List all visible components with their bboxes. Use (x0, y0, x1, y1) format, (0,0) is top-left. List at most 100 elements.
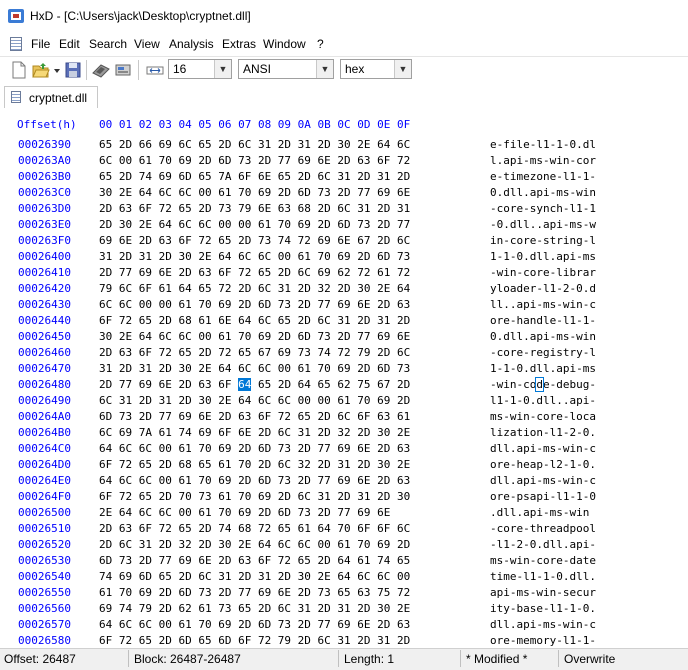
disk-drive-icon[interactable] (114, 61, 132, 79)
row-hex-bytes[interactable]: 79 6C 6F 61 64 65 72 2D 6C 31 2D 32 2D 3… (99, 282, 410, 295)
row-hex-bytes[interactable]: 6F 72 65 2D 6D 65 6D 6F 72 79 2D 6C 31 2… (99, 634, 410, 647)
row-ascii-text[interactable]: 0.dll.api-ms-win (490, 330, 596, 343)
row-hex-bytes[interactable]: 31 2D 31 2D 30 2E 64 6C 6C 00 61 70 69 2… (99, 250, 410, 263)
bytes-per-row-select[interactable]: 16 ▼ (168, 59, 232, 79)
row-hex-bytes[interactable]: 6C 69 7A 61 74 69 6F 6E 2D 6C 31 2D 32 2… (99, 426, 410, 439)
menu-file[interactable]: File (31, 37, 50, 51)
hex-row[interactable]: 000264E0 64 6C 6C 00 61 70 69 2D 6D 73 2D… (0, 474, 688, 490)
offset-base-select[interactable]: hex ▼ (340, 59, 412, 79)
row-ascii-text[interactable]: l.api-ms-win-cor (490, 154, 596, 167)
row-hex-bytes[interactable]: 2D 30 2E 64 6C 6C 00 00 61 70 69 2D 6D 7… (99, 218, 410, 231)
row-ascii-text[interactable]: 1-1-0.dll.api-ms (490, 250, 596, 263)
row-hex-bytes[interactable]: 61 70 69 2D 6D 73 2D 77 69 6E 2D 73 65 6… (99, 586, 410, 599)
row-ascii-text[interactable]: e-file-l1-1-0.dl (490, 138, 596, 151)
chevron-down-icon[interactable]: ▼ (214, 60, 231, 78)
hex-row[interactable]: 000263B0 65 2D 74 69 6D 65 7A 6F 6E 65 2D… (0, 170, 688, 186)
row-hex-bytes[interactable]: 69 74 79 2D 62 61 73 65 2D 6C 31 2D 31 2… (99, 602, 410, 615)
hex-row[interactable]: 000264F0 6F 72 65 2D 70 73 61 70 69 2D 6C… (0, 490, 688, 506)
ram-chip-icon[interactable] (92, 61, 110, 79)
hex-row[interactable]: 000263F0 69 6E 2D 63 6F 72 65 2D 73 74 72… (0, 234, 688, 250)
hex-row[interactable]: 00026400 31 2D 31 2D 30 2E 64 6C 6C 00 61… (0, 250, 688, 266)
hex-row[interactable]: 000264B0 6C 69 7A 61 74 69 6F 6E 2D 6C 31… (0, 426, 688, 442)
row-ascii-text[interactable]: ore-memory-l1-1- (490, 634, 596, 647)
row-hex-bytes[interactable]: 6D 73 2D 77 69 6E 2D 63 6F 72 65 2D 6C 6… (99, 410, 410, 423)
hex-row[interactable]: 000263C0 30 2E 64 6C 6C 00 61 70 69 2D 6D… (0, 186, 688, 202)
row-ascii-text[interactable]: lization-l1-2-0. (490, 426, 596, 439)
row-ascii-text[interactable]: -l1-2-0.dll.api- (490, 538, 596, 551)
row-ascii-text[interactable]: api-ms-win-secur (490, 586, 596, 599)
row-ascii-text[interactable]: -win-core-librar (490, 266, 596, 279)
selected-char[interactable]: d (535, 377, 544, 392)
row-ascii-text[interactable]: 1-1-0.dll.api-ms (490, 362, 596, 375)
row-hex-bytes[interactable]: 64 6C 6C 00 61 70 69 2D 6D 73 2D 77 69 6… (99, 618, 410, 631)
status-edit-mode[interactable]: Overwrite (564, 652, 615, 666)
row-hex-bytes[interactable]: 65 2D 74 69 6D 65 7A 6F 6E 65 2D 6C 31 2… (99, 170, 410, 183)
row-ascii-text[interactable]: ms-win-core-loca (490, 410, 596, 423)
row-hex-bytes[interactable]: 2D 63 6F 72 65 2D 74 68 72 65 61 64 70 6… (99, 522, 410, 535)
save-disk-icon[interactable] (64, 61, 82, 79)
row-hex-bytes[interactable]: 74 69 6D 65 2D 6C 31 2D 31 2D 30 2E 64 6… (99, 570, 410, 583)
row-ascii-text[interactable]: l1-1-0.dll..api- (490, 394, 596, 407)
hex-row[interactable]: 000264C0 64 6C 6C 00 61 70 69 2D 6D 73 2D… (0, 442, 688, 458)
row-hex-bytes[interactable]: 30 2E 64 6C 6C 00 61 70 69 2D 6D 73 2D 7… (99, 330, 410, 343)
row-ascii-text[interactable]: ore-psapi-l1-1-0 (490, 490, 596, 503)
selected-byte[interactable]: 64 (238, 378, 252, 391)
row-ascii-text[interactable]: -core-registry-l (490, 346, 596, 359)
new-file-icon[interactable] (10, 61, 28, 79)
row-ascii-text[interactable]: dll.api-ms-win-c (490, 474, 596, 487)
hex-row[interactable]: 000263E0 2D 30 2E 64 6C 6C 00 00 61 70 69… (0, 218, 688, 234)
menu-help[interactable]: ? (317, 37, 324, 51)
hex-row[interactable]: 00026420 79 6C 6F 61 64 65 72 2D 6C 31 2D… (0, 282, 688, 298)
row-hex-bytes[interactable]: 2D 77 69 6E 2D 63 6F 72 65 2D 6C 69 62 7… (99, 266, 410, 279)
row-hex-bytes[interactable]: 6F 72 65 2D 68 61 6E 64 6C 65 2D 6C 31 2… (99, 314, 410, 327)
row-ascii-text[interactable]: time-l1-1-0.dll. (490, 570, 596, 583)
row-ascii-text[interactable]: dll.api-ms-win-c (490, 442, 596, 455)
open-folder-icon[interactable] (32, 61, 50, 79)
row-ascii-text[interactable]: ms-win-core-date (490, 554, 596, 567)
row-ascii-text[interactable]: e-timezone-l1-1- (490, 170, 596, 183)
hex-row[interactable]: 00026390 65 2D 66 69 6C 65 2D 6C 31 2D 31… (0, 138, 688, 154)
row-ascii-text[interactable]: ll..api-ms-win-c (490, 298, 596, 311)
hex-row[interactable]: 00026440 6F 72 65 2D 68 61 6E 64 6C 65 2D… (0, 314, 688, 330)
hex-row[interactable]: 00026570 64 6C 6C 00 61 70 69 2D 6D 73 2D… (0, 618, 688, 634)
row-hex-bytes[interactable]: 69 6E 2D 63 6F 72 65 2D 73 74 72 69 6E 6… (99, 234, 410, 247)
hex-row[interactable]: 00026520 2D 6C 31 2D 32 2D 30 2E 64 6C 6C… (0, 538, 688, 554)
document-menu-icon[interactable] (10, 37, 22, 51)
row-hex-bytes[interactable]: 65 2D 66 69 6C 65 2D 6C 31 2D 31 2D 30 2… (99, 138, 410, 151)
chevron-down-icon[interactable]: ▼ (316, 60, 333, 78)
row-hex-bytes[interactable]: 30 2E 64 6C 6C 00 61 70 69 2D 6D 73 2D 7… (99, 186, 410, 199)
row-ascii-text[interactable]: in-core-string-l (490, 234, 596, 247)
hex-row[interactable]: 000264A0 6D 73 2D 77 69 6E 2D 63 6F 72 65… (0, 410, 688, 426)
hex-row[interactable]: 000264D0 6F 72 65 2D 68 65 61 70 2D 6C 32… (0, 458, 688, 474)
hex-row[interactable]: 00026530 6D 73 2D 77 69 6E 2D 63 6F 72 65… (0, 554, 688, 570)
row-hex-bytes[interactable]: 6F 72 65 2D 70 73 61 70 69 2D 6C 31 2D 3… (99, 490, 410, 503)
hex-row[interactable]: 00026410 2D 77 69 6E 2D 63 6F 72 65 2D 6C… (0, 266, 688, 282)
row-hex-bytes[interactable]: 6C 6C 00 00 61 70 69 2D 6D 73 2D 77 69 6… (99, 298, 410, 311)
row-ascii-text[interactable]: ore-handle-l1-1- (490, 314, 596, 327)
row-ascii-text[interactable]: -0.dll..api-ms-w (490, 218, 596, 231)
menu-edit[interactable]: Edit (59, 37, 80, 51)
tab-cryptnet-dll[interactable]: cryptnet.dll (4, 86, 98, 108)
row-hex-bytes[interactable]: 2D 63 6F 72 65 2D 73 79 6E 63 68 2D 6C 3… (99, 202, 410, 215)
menu-view[interactable]: View (134, 37, 160, 51)
row-ascii-text[interactable]: ore-heap-l2-1-0. (490, 458, 596, 471)
row-ascii-text[interactable]: -core-synch-l1-1 (490, 202, 596, 215)
row-ascii-text[interactable]: -win-code-debug- (490, 377, 596, 392)
row-ascii-text[interactable]: ity-base-l1-1-0. (490, 602, 596, 615)
row-hex-bytes[interactable]: 64 6C 6C 00 61 70 69 2D 6D 73 2D 77 69 6… (99, 442, 410, 455)
charset-select[interactable]: ANSI ▼ (238, 59, 334, 79)
hex-row[interactable]: 00026490 6C 31 2D 31 2D 30 2E 64 6C 6C 00… (0, 394, 688, 410)
hex-row[interactable]: 00026550 61 70 69 2D 6D 73 2D 77 69 6E 2D… (0, 586, 688, 602)
hex-row[interactable]: 00026450 30 2E 64 6C 6C 00 61 70 69 2D 6D… (0, 330, 688, 346)
row-hex-bytes[interactable]: 6C 31 2D 31 2D 30 2E 64 6C 6C 00 00 61 7… (99, 394, 410, 407)
hex-row[interactable]: 00026560 69 74 79 2D 62 61 73 65 2D 6C 31… (0, 602, 688, 618)
hex-row[interactable]: 00026430 6C 6C 00 00 61 70 69 2D 6D 73 2D… (0, 298, 688, 314)
hex-row[interactable]: 00026470 31 2D 31 2D 30 2E 64 6C 6C 00 61… (0, 362, 688, 378)
row-hex-bytes[interactable]: 64 6C 6C 00 61 70 69 2D 6D 73 2D 77 69 6… (99, 474, 410, 487)
row-ascii-text[interactable]: yloader-l1-2-0.d (490, 282, 596, 295)
hex-row[interactable]: 00026460 2D 63 6F 72 65 2D 72 65 67 69 73… (0, 346, 688, 362)
dropdown-arrow-icon[interactable] (52, 61, 62, 79)
hex-row[interactable]: 00026540 74 69 6D 65 2D 6C 31 2D 31 2D 30… (0, 570, 688, 586)
row-hex-bytes[interactable]: 2D 77 69 6E 2D 63 6F 64 65 2D 64 65 62 7… (99, 378, 410, 391)
row-ascii-text[interactable]: .dll.api-ms-win (490, 506, 589, 519)
